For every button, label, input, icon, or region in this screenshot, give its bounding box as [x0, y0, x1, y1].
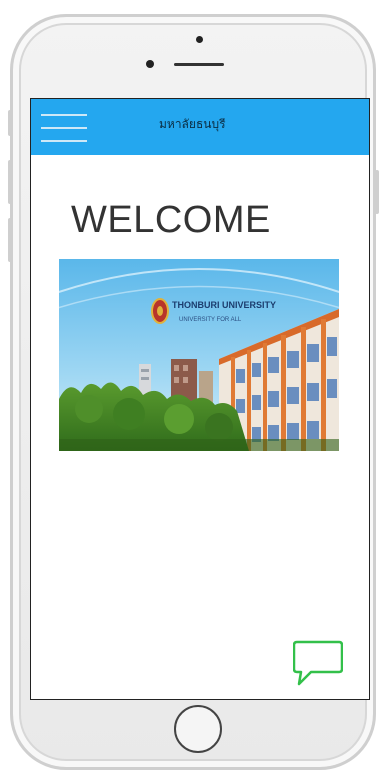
home-button[interactable] — [174, 705, 222, 753]
front-camera — [146, 60, 154, 68]
phone-side-button — [375, 170, 379, 214]
welcome-heading: WELCOME — [71, 199, 271, 241]
phone-side-button — [8, 218, 12, 262]
app-screen: มหาลัยธนบุรี WELCOME THONBURI UNIVERSITY… — [30, 98, 370, 700]
camera-dot — [196, 36, 203, 43]
phone-side-button — [8, 110, 12, 136]
university-banner-image: THONBURI UNIVERSITY UNIVERSITY FOR ALL — [59, 259, 339, 451]
page-title: มหาลัยธนบุรี — [159, 117, 226, 131]
earpiece-speaker — [174, 63, 224, 66]
chat-bubble-icon[interactable] — [292, 639, 344, 687]
hamburger-menu-icon[interactable] — [41, 112, 87, 144]
banner-subtitle: UNIVERSITY FOR ALL — [179, 317, 242, 323]
navbar: มหาลัยธนบุรี — [31, 99, 369, 155]
phone-side-button — [8, 160, 12, 204]
banner-title: THONBURI UNIVERSITY — [172, 300, 276, 310]
